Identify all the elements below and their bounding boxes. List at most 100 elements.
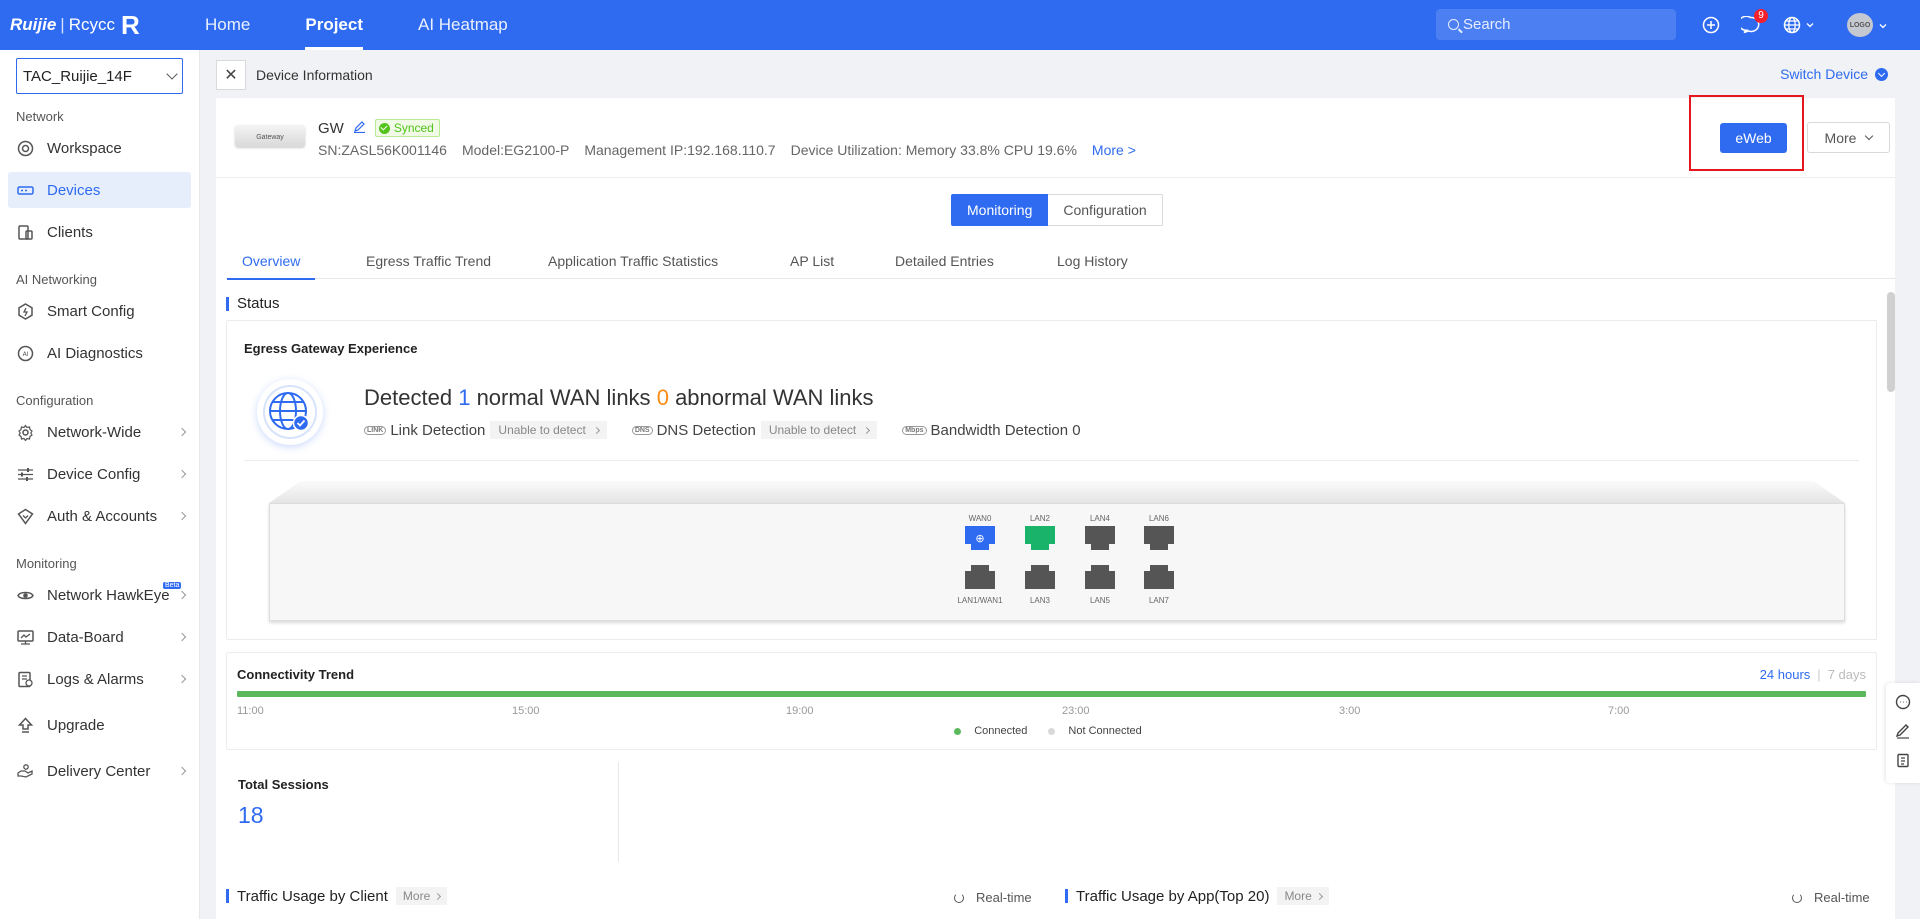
user-avatar[interactable]: LOGO [1847,13,1873,37]
nav-project[interactable]: Project [305,0,363,50]
sidebar-item-logs-alarms[interactable]: Logs & Alarms [8,661,191,697]
eweb-button[interactable]: eWeb [1720,123,1787,153]
close-button[interactable]: ✕ [216,60,246,90]
tab-overview[interactable]: Overview [226,242,316,280]
sidebar-item-upgrade[interactable]: Upgrade [8,707,191,743]
main-content: ✕ Device Information Switch Device Gatew… [201,50,1920,919]
sliders-icon [16,465,34,483]
total-sessions-block: Total Sessions 18 [226,762,826,862]
refresh-icon [1792,892,1802,903]
device-header: Gateway GW Synced SN:ZASL56K001146 Model… [216,95,1895,178]
feedback-icon[interactable] [1895,723,1911,743]
sidebar-item-workspace[interactable]: Workspace [8,130,191,166]
sidebar-item-devices[interactable]: Devices [8,172,191,208]
chevron-down-icon [1865,131,1874,140]
port-lan3[interactable] [1025,565,1055,589]
wan-links-summary: Detected 1 normal WAN links 0 abnormal W… [364,385,874,410]
top-navbar: Ruijie | Rcycc R Home Project AI Heatmap Se… [0,0,1920,50]
sidebar-item-delivery-center[interactable]: Delivery Center [8,753,191,789]
upgrade-icon [16,716,34,734]
port-wan0[interactable]: ⊕ [965,526,995,550]
eye-icon [16,586,34,604]
site-selector[interactable]: TAC_Ruijie_14F [16,58,183,94]
nav-ai-heatmap[interactable]: AI Heatmap [418,0,508,50]
tab-bar: Overview Egress Traffic Trend Applicatio… [226,242,1895,280]
smart-config-icon [16,302,34,320]
sidebar-item-smart-config[interactable]: Smart Config [8,293,191,329]
legend-not-connected: Not Connected [1048,725,1148,737]
sidebar-item-network-hawkeye[interactable]: Network HawkEye Beta [8,577,191,613]
tab-application-traffic-statistics[interactable]: Application Traffic Statistics [548,242,718,279]
tab-detailed-entries[interactable]: Detailed Entries [895,242,994,279]
dns-detection-tag[interactable]: Unable to detect [760,421,878,439]
edit-icon[interactable] [353,120,366,136]
sidebar-group-ai-networking: AI Networking [16,272,97,287]
device-panel-ports: WAN0 LAN2 LAN4 LAN6 ⊕ LAN1/WAN1 LAN3 LAN… [269,503,1845,621]
app-more-button[interactable]: More [1277,887,1329,905]
refresh-icon [954,892,964,903]
globe-icon [257,379,323,445]
app-realtime-select[interactable]: Real-time [1792,890,1870,905]
connectivity-legend: Connected Not Connected [227,725,1876,737]
sidebar-item-auth-accounts[interactable]: Auth & Accounts [8,498,191,534]
sidebar-group-configuration: Configuration [16,393,94,408]
configuration-toggle[interactable]: Configuration [1048,194,1163,226]
switch-device-link[interactable]: Switch Device [1780,66,1888,82]
legend-connected: Connected [954,725,1034,737]
more-dropdown-button[interactable]: More [1807,122,1890,153]
floating-toolbar [1886,683,1920,783]
client-more-button[interactable]: More [395,887,448,905]
tab-egress-traffic-trend[interactable]: Egress Traffic Trend [366,242,491,279]
port-label: LAN6 [1148,514,1169,523]
port-lan2[interactable] [1025,526,1055,550]
ai-diagnostics-icon: AI [16,344,34,362]
chevron-right-icon [177,427,187,437]
chevron-right-icon [434,892,442,900]
global-search-input[interactable]: Search [1436,9,1676,40]
time-tick: 11:00 [237,705,264,717]
link-detection-tag[interactable]: Unable to detect [490,421,607,439]
scrollbar[interactable] [1887,292,1895,392]
sidebar-item-clients[interactable]: Clients [8,214,191,250]
port-lan5[interactable] [1085,565,1115,589]
device-mgmt-ip: Management IP:192.168.110.7 [584,142,776,158]
port-lan7[interactable] [1144,565,1174,589]
port-lan4[interactable] [1085,526,1115,550]
sidebar-item-network-wide[interactable]: Network-Wide [8,414,191,450]
port-lan6[interactable] [1144,526,1174,550]
time-tick: 19:00 [786,705,814,717]
port-lan1-wan1[interactable] [965,565,995,589]
bandwidth-icon: Mbps [902,425,927,435]
avatar-chevron-icon[interactable] [1878,21,1888,31]
search-icon [1448,19,1459,30]
abnormal-wan-count: 0 [656,385,669,410]
tab-ap-list[interactable]: AP List [790,242,834,279]
sidebar-item-ai-diagnostics[interactable]: AI AI Diagnostics [8,335,191,371]
dashboard-icon [16,628,34,646]
add-icon[interactable] [1700,14,1722,36]
message-icon[interactable]: 9 [1739,9,1768,36]
overview-content: Status Egress Gateway Experience Detecte… [216,280,1895,919]
monitoring-toggle[interactable]: Monitoring [951,194,1049,226]
sidebar-item-data-board[interactable]: Data-Board [8,619,191,655]
port-label: WAN0 [968,514,992,523]
tab-log-history[interactable]: Log History [1057,242,1128,279]
status-badge: Synced [374,119,440,137]
chevron-right-icon [592,426,600,434]
chevron-right-icon [177,511,187,521]
sidebar-item-device-config[interactable]: Device Config [8,456,191,492]
device-sn: SN:ZASL56K001146 [318,142,447,158]
nav-home[interactable]: Home [205,0,250,50]
connectivity-title: Connectivity Trend [237,667,355,682]
sessions-value: 18 [238,802,264,828]
device-more-link[interactable]: More > [1092,142,1136,158]
client-realtime-select[interactable]: Real-time [954,890,1032,905]
language-icon[interactable] [1783,14,1817,36]
range-7-days[interactable]: 7 days [1828,667,1866,682]
status-section-title: Status [226,295,280,312]
range-24-hours[interactable]: 24 hours [1760,667,1811,682]
chat-icon[interactable] [1895,694,1911,714]
clipboard-icon[interactable] [1895,752,1911,772]
normal-wan-count: 1 [458,385,471,410]
brand-logo[interactable]: Ruijie | Rcycc R [10,10,160,41]
